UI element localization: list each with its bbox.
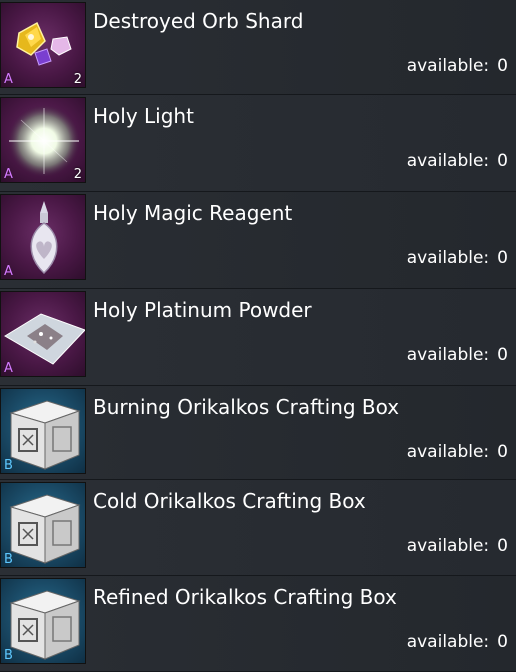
item-name: Cold Orikalkos Crafting Box xyxy=(93,489,366,513)
grade-label: A xyxy=(4,264,13,279)
item-thumbnail[interactable]: A xyxy=(0,291,86,377)
item-name: Holy Light xyxy=(93,104,194,128)
grade-label: A xyxy=(4,167,13,182)
available-label: available: xyxy=(406,632,490,652)
available-label: available: xyxy=(406,442,490,462)
item-thumbnail[interactable]: A xyxy=(0,194,86,280)
availability: available: 0 xyxy=(407,246,508,270)
available-count: 0 xyxy=(497,248,508,268)
grade-label: B xyxy=(4,552,13,567)
available-label: available: xyxy=(406,345,490,365)
crafting-box-icon xyxy=(9,590,81,660)
item-name: Refined Orikalkos Crafting Box xyxy=(93,585,397,609)
available-count: 0 xyxy=(497,151,508,171)
grade-label: B xyxy=(4,458,13,473)
grade-label: A xyxy=(4,72,13,87)
item-thumbnail[interactable]: B xyxy=(0,388,86,474)
list-item-destroyed-orb-shard[interactable]: A 2 Destroyed Orb Shard available: 0 xyxy=(0,0,516,95)
crafting-box-icon xyxy=(9,400,81,470)
list-item-burning-orikalkos-crafting-box[interactable]: B Burning Orikalkos Crafting Box availab… xyxy=(0,386,516,480)
platinum-powder-icon xyxy=(4,313,85,365)
available-label: available: xyxy=(406,151,490,171)
availability: available: 0 xyxy=(407,54,508,78)
list-item-holy-magic-reagent[interactable]: A Holy Magic Reagent available: 0 xyxy=(0,192,516,289)
material-list: A 2 Destroyed Orb Shard available: 0 A 2… xyxy=(0,0,516,672)
available-label: available: xyxy=(406,536,490,556)
available-count: 0 xyxy=(497,632,508,652)
reagent-vial-icon xyxy=(30,201,58,275)
availability: available: 0 xyxy=(407,630,508,654)
item-name: Holy Magic Reagent xyxy=(93,201,293,225)
available-count: 0 xyxy=(497,536,508,556)
item-name: Burning Orikalkos Crafting Box xyxy=(93,395,400,419)
available-count: 0 xyxy=(497,56,508,76)
available-label: available: xyxy=(406,248,490,268)
list-item-holy-platinum-powder[interactable]: A Holy Platinum Powder available: 0 xyxy=(0,289,516,386)
quantity-badge: 2 xyxy=(73,72,82,87)
item-thumbnail[interactable]: B xyxy=(0,482,86,568)
available-label: available: xyxy=(406,56,490,76)
item-thumbnail[interactable]: A 2 xyxy=(0,2,86,88)
item-name: Holy Platinum Powder xyxy=(93,298,312,322)
availability: available: 0 xyxy=(407,343,508,367)
item-thumbnail[interactable]: A 2 xyxy=(0,97,86,183)
available-count: 0 xyxy=(497,345,508,365)
list-item-refined-orikalkos-crafting-box[interactable]: B Refined Orikalkos Crafting Box availab… xyxy=(0,576,516,672)
availability: available: 0 xyxy=(407,534,508,558)
grade-label: A xyxy=(4,361,13,376)
quantity-badge: 2 xyxy=(73,167,82,182)
availability: available: 0 xyxy=(407,440,508,464)
list-item-holy-light[interactable]: A 2 Holy Light available: 0 xyxy=(0,95,516,192)
item-thumbnail[interactable]: B xyxy=(0,578,86,664)
crafting-box-icon xyxy=(9,494,81,564)
list-item-cold-orikalkos-crafting-box[interactable]: B Cold Orikalkos Crafting Box available:… xyxy=(0,480,516,576)
grade-label: B xyxy=(4,648,13,663)
availability: available: 0 xyxy=(407,149,508,173)
item-name: Destroyed Orb Shard xyxy=(93,9,304,33)
available-count: 0 xyxy=(497,442,508,462)
